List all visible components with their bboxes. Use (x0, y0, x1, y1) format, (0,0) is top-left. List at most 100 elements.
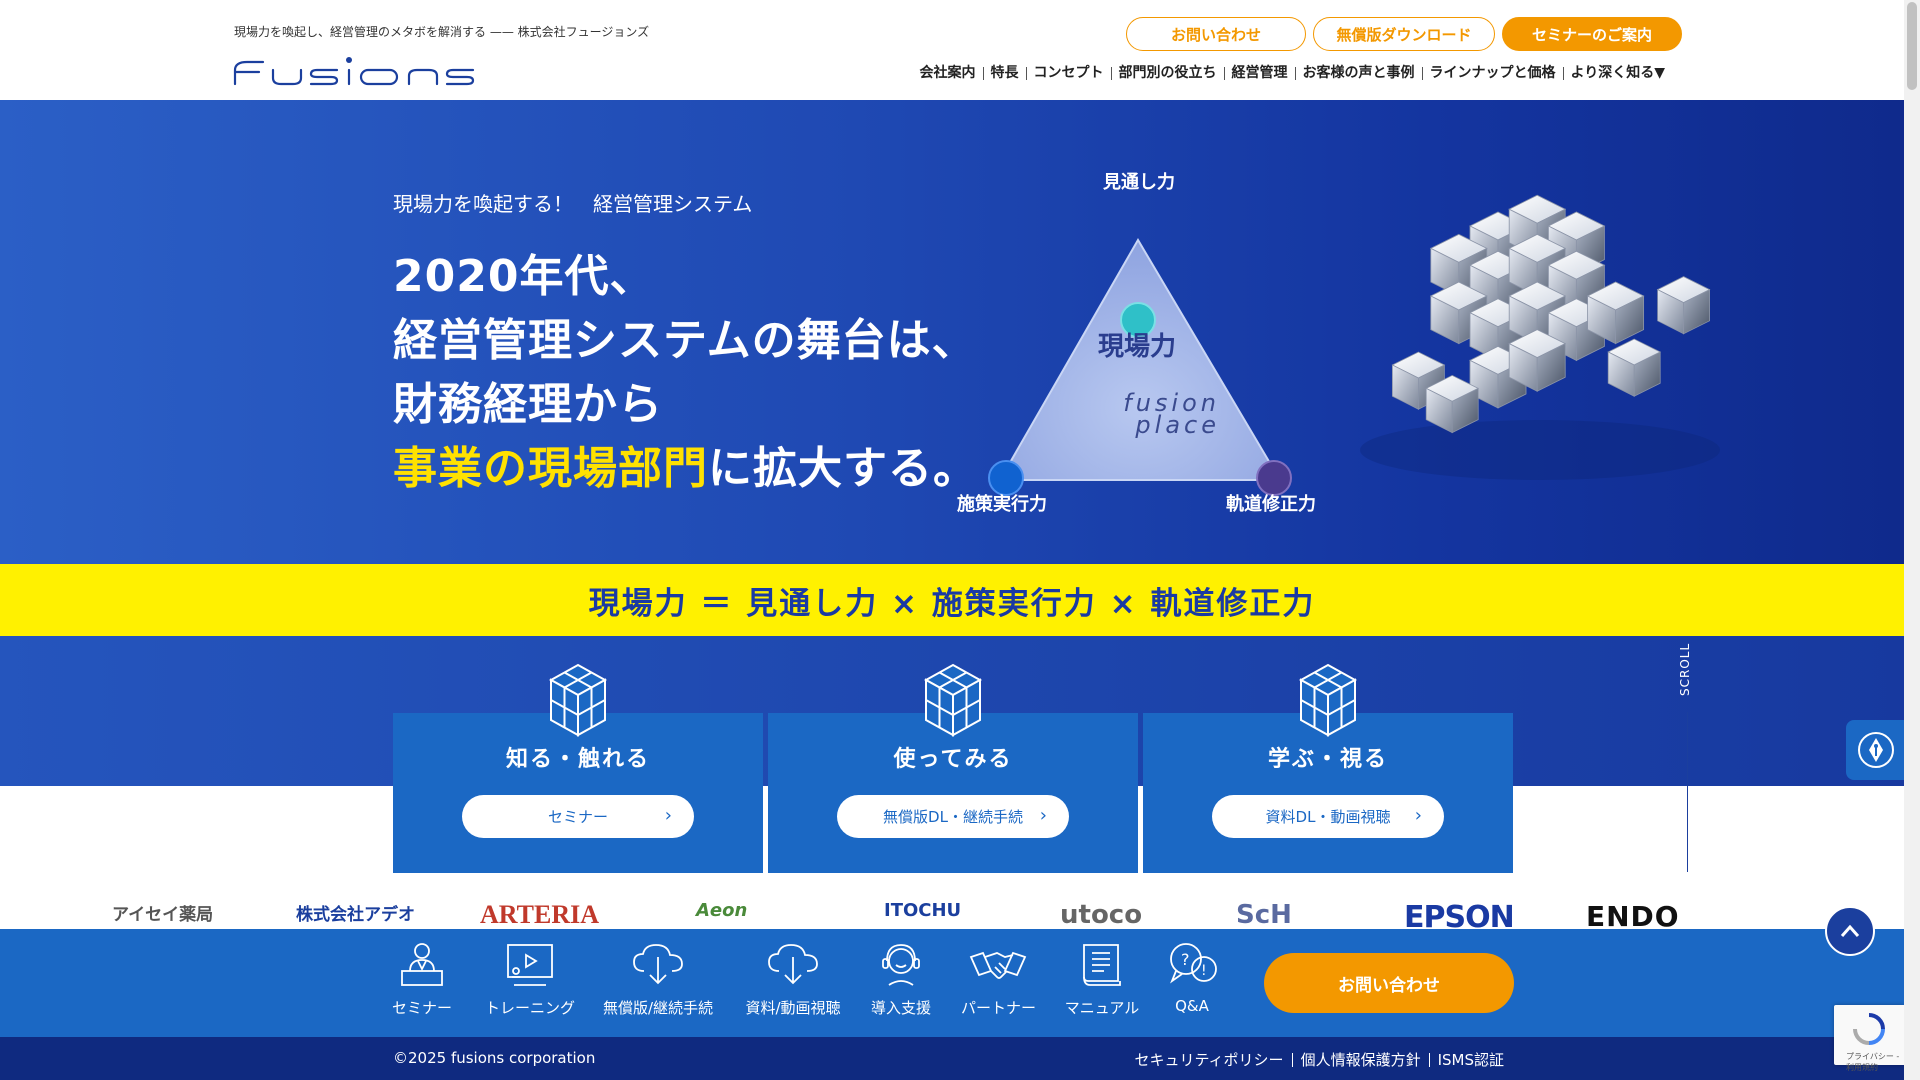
formula-text: 現場力 ＝ 見通し力 × 施策実行力 × 軌道修正力 (588, 585, 1316, 622)
client-logo-adeo: 株式会社アデオ (296, 905, 415, 925)
contact-button[interactable]: お問い合わせ (1126, 17, 1306, 51)
hero-section: 現場力を喚起する！ 経営管理システム 2020年代、 経営管理システムの舞台は、… (0, 100, 1904, 564)
triangle-center-label: 現場力 (1098, 332, 1177, 362)
cloud-download-icon (633, 944, 683, 985)
question-bubble-icon: ?! (1170, 943, 1217, 984)
quicknav-label: セミナー (392, 999, 453, 1017)
nav-management[interactable]: 経営管理 (1225, 65, 1295, 81)
header-tagline: 現場力を喚起し、経営管理のメタボを解消する —— 株式会社フュージョンズ (234, 25, 650, 39)
triangle-label-execution: 施策実行力 (957, 494, 1047, 515)
docs-video-button-label: 資料DL・動画視聴 (1265, 808, 1391, 826)
quicknav-label: 無償版/継続手続 (602, 999, 714, 1017)
handshake-icon (969, 951, 1027, 979)
fusion-place-logo: fusion place (1060, 391, 1220, 439)
quicknav-label: 導入支援 (870, 999, 931, 1017)
quicknav-seminar[interactable]: セミナー (392, 941, 452, 1018)
fusions-logo[interactable] (233, 56, 497, 86)
triangle-label-correction: 軌道修正力 (1226, 494, 1316, 515)
client-logo-epson: EPSON (1404, 900, 1515, 935)
hero-headline-line3: 財務経理から (393, 379, 663, 430)
cube-stack-icon (548, 663, 608, 737)
nav-concept[interactable]: コンセプト (1027, 65, 1111, 81)
nav-lineup-pricing[interactable]: ラインナップと価格 (1423, 65, 1563, 81)
scroll-indicator-label: SCROLL (1678, 642, 1692, 696)
triangle-label-outlook: 見通し力 (1103, 172, 1175, 193)
recaptcha-badge[interactable]: プライバシー - 利用規約 (1834, 1005, 1904, 1072)
quicknav-label: Q&A (1175, 997, 1209, 1015)
docs-video-button[interactable]: 資料DL・動画視聴 › (1212, 795, 1444, 838)
quicknav-partners[interactable]: パートナー (961, 941, 1037, 1018)
svg-text:!: ! (1201, 963, 1207, 979)
quicknav-implementation-support[interactable]: 導入支援 (870, 941, 932, 1018)
support-person-icon (882, 944, 920, 986)
site-footer: ©2025 fusions corporation セキュリティポリシー 個人情… (0, 1037, 1904, 1080)
card-title: 知る・触れる (505, 747, 650, 772)
card-try-it: 使ってみる 無償版DL・継続手続 › (768, 663, 1138, 873)
scroll-indicator-line (1687, 712, 1688, 872)
nav-departments[interactable]: 部門別の役立ち (1112, 65, 1224, 81)
quicknav-label: マニュアル (1064, 999, 1140, 1017)
formula-band: 現場力 ＝ 見通し力 × 施策実行力 × 軌道修正力 (0, 564, 1904, 636)
client-logo-aeon: Aeon (696, 900, 748, 921)
copyright: ©2025 fusions corporation (393, 1049, 596, 1067)
cube-stack-icon (923, 663, 983, 737)
svg-text:?: ? (1181, 950, 1190, 969)
chevron-up-icon (1840, 924, 1860, 937)
client-logo-aisei: アイセイ薬局 (112, 905, 214, 925)
free-download-button[interactable]: 無償版ダウンロード (1313, 17, 1495, 51)
card-title: 使ってみる (893, 747, 1013, 772)
client-logo-arteria: ARTERIA (480, 900, 599, 929)
hero-headline-highlight: 事業の現場部門 (393, 443, 708, 494)
seminar-button[interactable]: セミナー › (462, 795, 694, 838)
quicknav-qa[interactable]: ?! Q&A (1168, 941, 1217, 1015)
scrollbar-thumb[interactable] (1907, 2, 1917, 90)
free-dl-continue-button[interactable]: 無償版DL・継続手続 › (837, 795, 1069, 838)
nav-case-studies[interactable]: お客様の声と事例 (1296, 65, 1422, 81)
client-logo-utoco: utoco (1060, 900, 1143, 930)
hero-headline-line1: 2020年代、 (393, 251, 655, 302)
quicknav-label: トレーニング (484, 999, 575, 1017)
recaptcha-icon (1853, 1013, 1885, 1045)
footer-link-isms[interactable]: ISMS認証 (1430, 1049, 1512, 1070)
nav-company[interactable]: 会社案内 (913, 65, 983, 81)
back-to-top-button[interactable] (1825, 906, 1875, 956)
bottom-quick-nav: セミナー トレーニング 無償版/継続手続 資料/動画視聴 導入支援 パートナー (0, 929, 1904, 1037)
card-know-touch: 知る・触れる セミナー › (393, 663, 763, 873)
cloud-download-icon (768, 944, 818, 985)
quicknav-training[interactable]: トレーニング (482, 941, 578, 1018)
cube-stack-icon (1298, 663, 1358, 737)
quicknav-label: 資料/動画視聴 (745, 999, 841, 1017)
quicknav-label: パートナー (961, 999, 1037, 1017)
fountain-pen-icon (1858, 732, 1894, 768)
free-dl-button-label: 無償版DL・継続手続 (883, 808, 1023, 826)
pen-icon-tab[interactable] (1846, 720, 1906, 780)
chevron-right-icon: › (664, 805, 672, 826)
hero-headline-rest: に拡大する。 (708, 443, 978, 494)
page-scrollbar[interactable] (1904, 0, 1920, 1080)
nav-learn-more-dropdown[interactable]: より深く知る▼ (1564, 65, 1673, 81)
seminar-button-label: セミナー (547, 808, 608, 826)
quicknav-docs-video[interactable]: 資料/動画視聴 (744, 941, 842, 1018)
seminar-info-button[interactable]: セミナーのご案内 (1502, 17, 1682, 51)
client-logo-sch: ScH (1236, 900, 1292, 930)
quicknav-manual[interactable]: マニュアル (1064, 941, 1140, 1018)
card-title: 学ぶ・視る (1267, 747, 1388, 772)
quicknav-free-version[interactable]: 無償版/継続手続 (602, 941, 714, 1018)
footer-link-security-policy[interactable]: セキュリティポリシー (1126, 1049, 1291, 1070)
hero-headline-line2: 経営管理システムの舞台は、 (393, 315, 977, 366)
footer-links: セキュリティポリシー 個人情報保護方針 ISMS認証 (1126, 1049, 1512, 1070)
recaptcha-terms: プライバシー - 利用規約 (1846, 1052, 1900, 1072)
fusion-place-logo-line2: place (1135, 411, 1220, 439)
chevron-right-icon: › (1414, 805, 1422, 826)
metal-cubes-illustration (1360, 194, 1720, 480)
hero-headline-line4: 事業の現場部門に拡大する。 (393, 432, 978, 496)
chevron-right-icon: › (1039, 805, 1047, 826)
manual-book-icon (1083, 944, 1121, 986)
hero-subtitle: 現場力を喚起する！ 経営管理システム (393, 192, 753, 216)
footer-link-privacy-policy[interactable]: 個人情報保護方針 (1293, 1049, 1429, 1070)
card-learn-watch: 学ぶ・視る 資料DL・動画視聴 › (1143, 663, 1513, 873)
site-header: 現場力を喚起し、経営管理のメタボを解消する —— 株式会社フュージョンズ fus… (0, 0, 1904, 100)
bottom-contact-button[interactable]: お問い合わせ (1264, 953, 1514, 1013)
global-nav: 会社案内 特長 コンセプト 部門別の役立ち 経営管理 お客様の声と事例 ラインナ… (913, 65, 1673, 81)
nav-features[interactable]: 特長 (984, 65, 1026, 81)
